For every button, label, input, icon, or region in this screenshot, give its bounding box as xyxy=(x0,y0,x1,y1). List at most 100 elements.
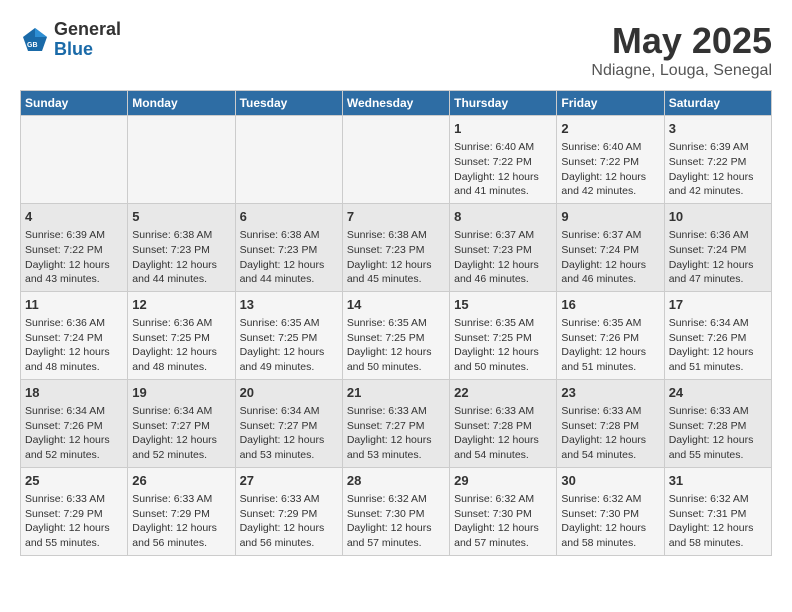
calendar-cell xyxy=(342,116,449,204)
week-row-3: 11 Sunrise: 6:36 AM Sunset: 7:24 PM Dayli… xyxy=(21,291,772,379)
logo-blue-text: Blue xyxy=(54,40,121,60)
calendar-cell: 8 Sunrise: 6:37 AM Sunset: 7:23 PM Daylig… xyxy=(450,203,557,291)
day-content: Sunrise: 6:35 AM Sunset: 7:25 PM Dayligh… xyxy=(347,316,445,375)
calendar-cell: 29 Sunrise: 6:32 AM Sunset: 7:30 PM Dayli… xyxy=(450,467,557,555)
day-number: 4 xyxy=(25,208,123,226)
day-number: 23 xyxy=(561,384,659,402)
logo-icon: GB xyxy=(20,25,50,55)
day-number: 25 xyxy=(25,472,123,490)
calendar-cell: 11 Sunrise: 6:36 AM Sunset: 7:24 PM Dayli… xyxy=(21,291,128,379)
day-content: Sunrise: 6:32 AM Sunset: 7:30 PM Dayligh… xyxy=(454,492,552,551)
day-content: Sunrise: 6:33 AM Sunset: 7:28 PM Dayligh… xyxy=(669,404,767,463)
day-number: 21 xyxy=(347,384,445,402)
day-content: Sunrise: 6:35 AM Sunset: 7:25 PM Dayligh… xyxy=(454,316,552,375)
header-cell-tuesday: Tuesday xyxy=(235,91,342,116)
day-content: Sunrise: 6:39 AM Sunset: 7:22 PM Dayligh… xyxy=(669,140,767,199)
day-content: Sunrise: 6:32 AM Sunset: 7:30 PM Dayligh… xyxy=(347,492,445,551)
calendar-table: SundayMondayTuesdayWednesdayThursdayFrid… xyxy=(20,90,772,556)
day-number: 24 xyxy=(669,384,767,402)
day-content: Sunrise: 6:37 AM Sunset: 7:24 PM Dayligh… xyxy=(561,228,659,287)
calendar-cell xyxy=(128,116,235,204)
calendar-cell: 25 Sunrise: 6:33 AM Sunset: 7:29 PM Dayli… xyxy=(21,467,128,555)
header-cell-friday: Friday xyxy=(557,91,664,116)
week-row-1: 1Sunrise: 6:40 AM Sunset: 7:22 PM Daylig… xyxy=(21,116,772,204)
day-number: 19 xyxy=(132,384,230,402)
day-number: 13 xyxy=(240,296,338,314)
logo-text: General Blue xyxy=(54,20,121,60)
day-content: Sunrise: 6:34 AM Sunset: 7:27 PM Dayligh… xyxy=(240,404,338,463)
day-content: Sunrise: 6:34 AM Sunset: 7:26 PM Dayligh… xyxy=(669,316,767,375)
page-header: GB General Blue May 2025 Ndiagne, Louga,… xyxy=(20,20,772,80)
calendar-cell: 27Sunrise: 6:33 AM Sunset: 7:29 PM Dayli… xyxy=(235,467,342,555)
day-number: 14 xyxy=(347,296,445,314)
calendar-cell: 26 Sunrise: 6:33 AM Sunset: 7:29 PM Dayli… xyxy=(128,467,235,555)
day-content: Sunrise: 6:35 AM Sunset: 7:25 PM Dayligh… xyxy=(240,316,338,375)
calendar-cell: 28 Sunrise: 6:32 AM Sunset: 7:30 PM Dayli… xyxy=(342,467,449,555)
day-number: 26 xyxy=(132,472,230,490)
day-number: 11 xyxy=(25,296,123,314)
day-number: 17 xyxy=(669,296,767,314)
calendar-cell: 15 Sunrise: 6:35 AM Sunset: 7:25 PM Dayli… xyxy=(450,291,557,379)
calendar-cell: 20Sunrise: 6:34 AM Sunset: 7:27 PM Dayli… xyxy=(235,379,342,467)
svg-text:GB: GB xyxy=(27,42,38,49)
calendar-cell: 10 Sunrise: 6:36 AM Sunset: 7:24 PM Dayli… xyxy=(664,203,771,291)
day-number: 5 xyxy=(132,208,230,226)
calendar-cell: 30 Sunrise: 6:32 AM Sunset: 7:30 PM Dayli… xyxy=(557,467,664,555)
calendar-cell: 14 Sunrise: 6:35 AM Sunset: 7:25 PM Dayli… xyxy=(342,291,449,379)
day-number: 30 xyxy=(561,472,659,490)
day-content: Sunrise: 6:36 AM Sunset: 7:24 PM Dayligh… xyxy=(669,228,767,287)
calendar-cell: 1Sunrise: 6:40 AM Sunset: 7:22 PM Daylig… xyxy=(450,116,557,204)
logo-general-text: General xyxy=(54,20,121,40)
day-number: 6 xyxy=(240,208,338,226)
day-number: 10 xyxy=(669,208,767,226)
day-number: 8 xyxy=(454,208,552,226)
header-cell-wednesday: Wednesday xyxy=(342,91,449,116)
day-content: Sunrise: 6:35 AM Sunset: 7:26 PM Dayligh… xyxy=(561,316,659,375)
header-cell-monday: Monday xyxy=(128,91,235,116)
day-content: Sunrise: 6:37 AM Sunset: 7:23 PM Dayligh… xyxy=(454,228,552,287)
day-content: Sunrise: 6:33 AM Sunset: 7:29 PM Dayligh… xyxy=(25,492,123,551)
calendar-cell: 5 Sunrise: 6:38 AM Sunset: 7:23 PM Daylig… xyxy=(128,203,235,291)
calendar-cell: 4 Sunrise: 6:39 AM Sunset: 7:22 PM Daylig… xyxy=(21,203,128,291)
calendar-cell: 13 Sunrise: 6:35 AM Sunset: 7:25 PM Dayli… xyxy=(235,291,342,379)
day-number: 12 xyxy=(132,296,230,314)
calendar-cell: 21Sunrise: 6:33 AM Sunset: 7:27 PM Dayli… xyxy=(342,379,449,467)
day-content: Sunrise: 6:33 AM Sunset: 7:29 PM Dayligh… xyxy=(132,492,230,551)
week-row-4: 18Sunrise: 6:34 AM Sunset: 7:26 PM Dayli… xyxy=(21,379,772,467)
day-content: Sunrise: 6:33 AM Sunset: 7:28 PM Dayligh… xyxy=(561,404,659,463)
calendar-cell: 7Sunrise: 6:38 AM Sunset: 7:23 PM Daylig… xyxy=(342,203,449,291)
calendar-cell: 3Sunrise: 6:39 AM Sunset: 7:22 PM Daylig… xyxy=(664,116,771,204)
day-number: 22 xyxy=(454,384,552,402)
day-content: Sunrise: 6:36 AM Sunset: 7:24 PM Dayligh… xyxy=(25,316,123,375)
day-content: Sunrise: 6:40 AM Sunset: 7:22 PM Dayligh… xyxy=(454,140,552,199)
title-block: May 2025 Ndiagne, Louga, Senegal xyxy=(591,20,772,80)
day-content: Sunrise: 6:32 AM Sunset: 7:30 PM Dayligh… xyxy=(561,492,659,551)
day-number: 31 xyxy=(669,472,767,490)
calendar-cell: 23 Sunrise: 6:33 AM Sunset: 7:28 PM Dayli… xyxy=(557,379,664,467)
day-content: Sunrise: 6:40 AM Sunset: 7:22 PM Dayligh… xyxy=(561,140,659,199)
calendar-cell xyxy=(21,116,128,204)
calendar-cell: 9Sunrise: 6:37 AM Sunset: 7:24 PM Daylig… xyxy=(557,203,664,291)
calendar-cell: 22 Sunrise: 6:33 AM Sunset: 7:28 PM Dayli… xyxy=(450,379,557,467)
day-number: 15 xyxy=(454,296,552,314)
day-content: Sunrise: 6:39 AM Sunset: 7:22 PM Dayligh… xyxy=(25,228,123,287)
page-subtitle: Ndiagne, Louga, Senegal xyxy=(591,62,772,80)
calendar-cell: 31 Sunrise: 6:32 AM Sunset: 7:31 PM Dayli… xyxy=(664,467,771,555)
day-content: Sunrise: 6:36 AM Sunset: 7:25 PM Dayligh… xyxy=(132,316,230,375)
day-content: Sunrise: 6:32 AM Sunset: 7:31 PM Dayligh… xyxy=(669,492,767,551)
day-number: 29 xyxy=(454,472,552,490)
page-title: May 2025 xyxy=(591,20,772,62)
header-cell-saturday: Saturday xyxy=(664,91,771,116)
calendar-cell: 17 Sunrise: 6:34 AM Sunset: 7:26 PM Dayli… xyxy=(664,291,771,379)
day-content: Sunrise: 6:38 AM Sunset: 7:23 PM Dayligh… xyxy=(347,228,445,287)
day-content: Sunrise: 6:33 AM Sunset: 7:28 PM Dayligh… xyxy=(454,404,552,463)
calendar-cell: 19 Sunrise: 6:34 AM Sunset: 7:27 PM Dayli… xyxy=(128,379,235,467)
day-content: Sunrise: 6:33 AM Sunset: 7:29 PM Dayligh… xyxy=(240,492,338,551)
day-content: Sunrise: 6:38 AM Sunset: 7:23 PM Dayligh… xyxy=(132,228,230,287)
calendar-cell xyxy=(235,116,342,204)
header-cell-sunday: Sunday xyxy=(21,91,128,116)
day-content: Sunrise: 6:34 AM Sunset: 7:27 PM Dayligh… xyxy=(132,404,230,463)
day-content: Sunrise: 6:38 AM Sunset: 7:23 PM Dayligh… xyxy=(240,228,338,287)
day-number: 28 xyxy=(347,472,445,490)
day-number: 16 xyxy=(561,296,659,314)
